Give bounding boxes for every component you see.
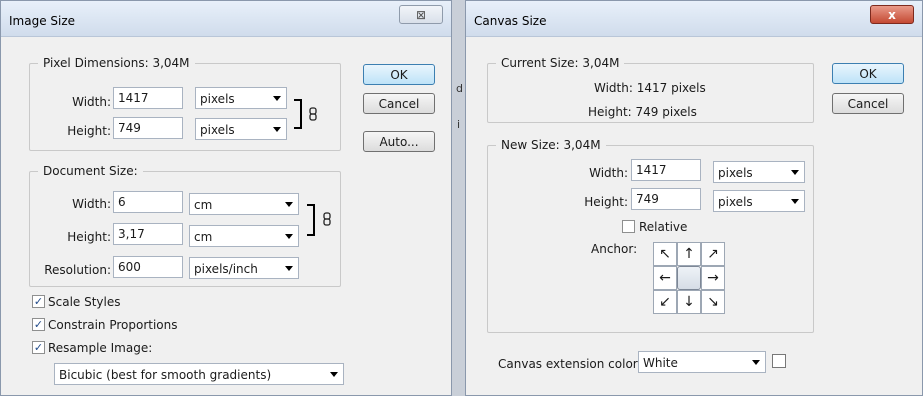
anchor-top-left[interactable]: ↖ xyxy=(653,242,677,266)
anchor-left[interactable]: ← xyxy=(653,266,677,290)
new-height-input[interactable]: 749 xyxy=(631,188,701,210)
extension-color-swatch[interactable] xyxy=(772,354,786,368)
pixel-width-unit-value: pixels xyxy=(200,92,235,106)
background-text: d xyxy=(456,82,463,95)
chevron-down-icon xyxy=(791,170,799,175)
resample-method-value: Bicubic (best for smooth gradients) xyxy=(59,368,272,382)
anchor-grid: ↖ ↑ ↗ ← → ↙ ↓ ↘ xyxy=(653,242,725,314)
auto-button[interactable]: Auto... xyxy=(363,131,435,152)
resolution-unit-value: pixels/inch xyxy=(194,262,258,276)
pixel-width-label: Width: xyxy=(72,95,111,109)
new-height-unit-value: pixels xyxy=(718,195,753,209)
extension-color-label: Canvas extension color: xyxy=(498,357,642,371)
arrow-down-icon: ↓ xyxy=(683,294,695,310)
resample-image-checkbox[interactable]: ✓ xyxy=(32,341,45,354)
doc-height-label: Height: xyxy=(67,230,111,244)
arrow-up-icon: ↑ xyxy=(683,246,695,262)
arrow-up-left-icon: ↖ xyxy=(659,246,671,262)
arrow-left-icon: ← xyxy=(659,270,671,286)
extension-color-value: White xyxy=(643,356,678,370)
chevron-down-icon xyxy=(273,127,281,132)
close-button[interactable]: x xyxy=(870,5,914,24)
constrain-proportions-label: Constrain Proportions xyxy=(48,318,178,332)
anchor-label: Anchor: xyxy=(591,242,638,256)
pixel-width-unit-select[interactable]: pixels xyxy=(195,87,287,109)
resample-image-label: Resample Image: xyxy=(48,341,153,355)
anchor-bottom-left[interactable]: ↙ xyxy=(653,290,677,314)
arrow-up-right-icon: ↗ xyxy=(707,246,719,262)
anchor-bottom-right[interactable]: ↘ xyxy=(701,290,725,314)
scale-styles-checkbox[interactable]: ✓ xyxy=(32,295,45,308)
doc-width-unit-select[interactable]: cm xyxy=(189,193,299,215)
chevron-down-icon xyxy=(330,372,338,377)
resolution-label: Resolution: xyxy=(44,263,111,277)
resolution-unit-select[interactable]: pixels/inch xyxy=(189,257,299,279)
chevron-down-icon xyxy=(791,199,799,204)
chain-link-icon xyxy=(323,212,331,226)
chain-link-icon xyxy=(309,107,317,121)
new-height-label: Height: xyxy=(584,195,628,209)
cancel-button[interactable]: Cancel xyxy=(832,93,904,114)
close-icon: x xyxy=(888,7,896,22)
new-height-unit-select[interactable]: pixels xyxy=(713,190,805,212)
cancel-button[interactable]: Cancel xyxy=(363,93,435,114)
canvas-size-titlebar[interactable]: Canvas Size x xyxy=(466,1,922,37)
scale-styles-label: Scale Styles xyxy=(48,295,121,309)
anchor-bottom[interactable]: ↓ xyxy=(677,290,701,314)
doc-width-input[interactable]: 6 xyxy=(113,191,183,213)
anchor-center[interactable] xyxy=(677,266,701,290)
extension-color-select[interactable]: White xyxy=(638,351,766,373)
current-width-text: Width: 1417 pixels xyxy=(594,81,706,95)
chevron-down-icon xyxy=(752,360,760,365)
current-size-heading: Current Size: 3,04M xyxy=(496,56,625,70)
chevron-down-icon xyxy=(273,96,281,101)
chevron-down-icon xyxy=(285,202,293,207)
pixel-height-label: Height: xyxy=(67,124,111,138)
pixel-height-unit-select[interactable]: pixels xyxy=(195,118,287,140)
pixel-dimensions-heading: Pixel Dimensions: 3,04M xyxy=(38,56,195,70)
background-text: i xyxy=(457,118,461,131)
current-height-text: Height: 749 pixels xyxy=(588,105,697,119)
chevron-down-icon xyxy=(285,266,293,271)
pixel-width-input[interactable]: 1417 xyxy=(113,87,183,109)
arrow-down-left-icon: ↙ xyxy=(659,294,671,310)
resolution-input[interactable]: 600 xyxy=(113,256,183,278)
new-size-heading: New Size: 3,04M xyxy=(496,138,606,152)
anchor-right[interactable]: → xyxy=(701,266,725,290)
image-size-dialog: Image Size ⊠ Pixel Dimensions: 3,04M Wid… xyxy=(0,0,452,396)
dialog-title: Image Size xyxy=(9,14,76,28)
doc-width-unit-value: cm xyxy=(194,198,213,212)
resample-method-select[interactable]: Bicubic (best for smooth gradients) xyxy=(54,363,344,385)
dialog-title: Canvas Size xyxy=(474,14,547,28)
document-size-heading: Document Size: xyxy=(38,164,143,178)
pixel-link-bracket xyxy=(294,99,302,129)
pixel-height-unit-value: pixels xyxy=(200,123,235,137)
doc-height-unit-select[interactable]: cm xyxy=(189,225,299,247)
chevron-down-icon xyxy=(285,234,293,239)
constrain-proportions-checkbox[interactable]: ✓ xyxy=(32,318,45,331)
close-button[interactable]: ⊠ xyxy=(399,5,443,24)
close-icon: ⊠ xyxy=(415,7,427,22)
background-strip: d i xyxy=(452,0,465,396)
anchor-top-right[interactable]: ↗ xyxy=(701,242,725,266)
relative-label: Relative xyxy=(639,220,688,234)
new-width-label: Width: xyxy=(589,166,628,180)
pixel-height-input[interactable]: 749 xyxy=(113,117,183,139)
new-width-input[interactable]: 1417 xyxy=(631,159,701,181)
ok-button[interactable]: OK xyxy=(363,64,435,85)
doc-width-label: Width: xyxy=(72,197,111,211)
arrow-down-right-icon: ↘ xyxy=(707,294,719,310)
arrow-right-icon: → xyxy=(707,270,719,286)
doc-link-bracket xyxy=(307,204,315,236)
doc-height-unit-value: cm xyxy=(194,230,213,244)
canvas-size-dialog: Canvas Size x Current Size: 3,04M Width:… xyxy=(465,0,923,396)
image-size-titlebar[interactable]: Image Size ⊠ xyxy=(1,1,451,37)
anchor-top[interactable]: ↑ xyxy=(677,242,701,266)
ok-button[interactable]: OK xyxy=(832,63,904,84)
relative-checkbox[interactable] xyxy=(622,220,635,233)
new-width-unit-value: pixels xyxy=(718,166,753,180)
new-width-unit-select[interactable]: pixels xyxy=(713,161,805,183)
doc-height-input[interactable]: 3,17 xyxy=(113,223,183,245)
